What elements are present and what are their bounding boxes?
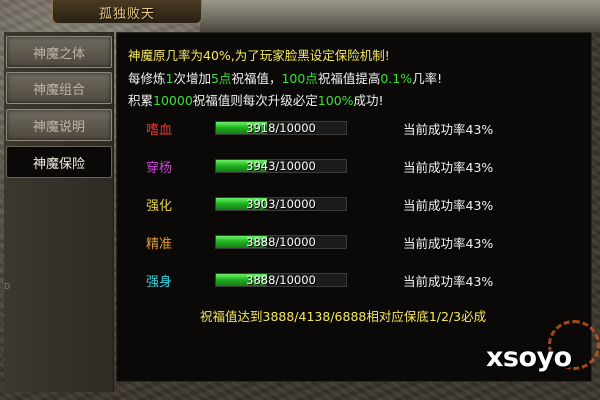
window-title-tab: 孤独败天 [52,0,202,24]
info-text: 成功! [353,93,384,108]
attribute-row: 强身 3888/10000 当前成功率43% [0,270,600,290]
blessing-progress-bar: 3943/10000 [215,159,347,173]
guarantee-note: 祝福值达到3888/4138/6888相对应保底1/2/3必成 [200,309,487,324]
blessing-progress-bar: 3918/10000 [215,121,347,135]
attribute-name: 强化 [146,199,173,214]
info-number: 100% [317,93,354,108]
sidebar-item-shenmo-body[interactable]: 神魔之体 [6,36,112,68]
blessing-progress-text: 3888/10000 [246,273,316,287]
info-text: 积累 [128,93,154,108]
info-line-base-rate: 神魔原几率为40%,为了玩家脸黑设定保险机制! [128,48,390,63]
info-text: 祝福值， [231,71,282,86]
info-text: 次增加 [173,71,211,86]
info-line-blessing-gain: 每修炼1次增加5点祝福值，100点祝福值提高0.1%几率! [128,68,442,87]
blessing-progress-text: 3918/10000 [246,121,316,135]
blessing-progress-text: 3943/10000 [246,159,316,173]
info-number: 5点 [210,71,232,86]
success-rate: 当前成功率43% [403,122,494,137]
blessing-progress-text: 3888/10000 [246,235,316,249]
info-text: 祝福值提高 [317,71,381,86]
info-number: 0.1% [380,71,413,86]
success-rate: 当前成功率43% [403,274,494,289]
attribute-name: 精准 [146,237,173,252]
attribute-name: 强身 [146,275,173,290]
attribute-row: 强化 3903/10000 当前成功率43% [0,194,600,214]
attribute-name: 嗜血 [146,123,173,138]
success-rate: 当前成功率43% [403,236,494,251]
attribute-row: 精准 3888/10000 当前成功率43% [0,232,600,252]
success-rate: 当前成功率43% [403,198,494,213]
attribute-row: 嗜血 3918/10000 当前成功率43% [0,118,600,138]
info-number: 100点 [281,71,318,86]
watermark-logo: xsoyo [486,342,572,373]
blessing-progress-text: 3903/10000 [246,197,316,211]
success-rate: 当前成功率43% [403,160,494,175]
info-text: 祝福值则每次升级必定 [192,93,318,108]
window-title: 孤独败天 [98,7,155,22]
blessing-progress-bar: 3888/10000 [215,235,347,249]
blessing-progress-bar: 3903/10000 [215,197,347,211]
info-line-guarantee: 积累10000祝福值则每次升级必定100%成功! [128,90,384,109]
top-decoration [200,0,600,32]
info-text: 几率! [412,71,443,86]
blessing-progress-bar: 3888/10000 [215,273,347,287]
attribute-name: 穿杨 [146,161,173,176]
sidebar-item-shenmo-combo[interactable]: 神魔组合 [6,72,112,104]
info-number: 10000 [153,93,193,108]
attribute-row: 穿杨 3943/10000 当前成功率43% [0,156,600,176]
info-text: 每修炼 [128,71,166,86]
